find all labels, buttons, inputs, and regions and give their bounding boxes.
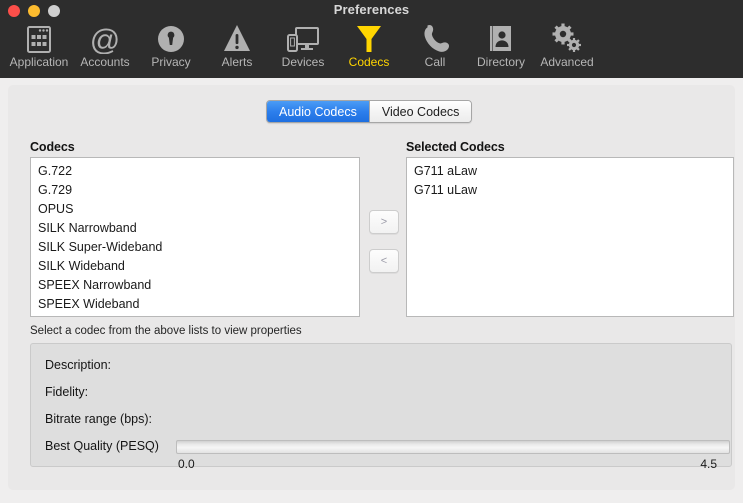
preferences-window: Preferences Application @ Accounts Priva… bbox=[0, 0, 743, 503]
toolbar-item-application[interactable]: Application bbox=[6, 20, 72, 71]
toolbar-item-accounts[interactable]: @ Accounts bbox=[72, 20, 138, 71]
list-item[interactable]: G.722 bbox=[31, 162, 359, 181]
description-label: Description: bbox=[45, 358, 111, 372]
pesq-min-value: 0.0 bbox=[178, 457, 195, 471]
bitrate-range-label: Bitrate range (bps): bbox=[45, 412, 152, 426]
tab-audio-codecs[interactable]: Audio Codecs bbox=[267, 101, 369, 122]
codec-type-tabs: Audio Codecs Video Codecs bbox=[266, 100, 473, 123]
codecs-list: G.722 G.729 OPUS SILK Narrowband SILK Su… bbox=[31, 158, 359, 314]
toolbar-item-label: Alerts bbox=[221, 55, 253, 69]
funnel-icon bbox=[354, 20, 384, 54]
properties-hint: Select a codec from the above lists to v… bbox=[30, 325, 302, 337]
at-sign-icon: @ bbox=[90, 20, 120, 54]
selected-codecs-list-label: Selected Codecs bbox=[406, 140, 505, 154]
add-codec-button[interactable]: > bbox=[369, 210, 399, 234]
lock-circle-icon bbox=[156, 20, 186, 54]
svg-text:@: @ bbox=[90, 24, 120, 54]
tab-video-codecs[interactable]: Video Codecs bbox=[368, 101, 472, 122]
toolbar-item-call[interactable]: Call bbox=[402, 20, 468, 71]
remove-codec-button[interactable]: < bbox=[369, 249, 399, 273]
toolbar-item-directory[interactable]: Directory bbox=[468, 20, 534, 71]
gears-icon bbox=[551, 20, 583, 54]
toolbar-item-label: Privacy bbox=[151, 55, 191, 69]
list-item[interactable]: G.729 bbox=[31, 181, 359, 200]
list-item[interactable]: G711 aLaw bbox=[407, 162, 733, 181]
preferences-panel: Audio Codecs Video Codecs Codecs G.722 G… bbox=[8, 85, 735, 490]
window-title: Preferences bbox=[333, 2, 410, 17]
toolbar-item-label: Advanced bbox=[540, 55, 594, 69]
window-toolbar: Preferences Application @ Accounts Priva… bbox=[0, 0, 743, 78]
list-item[interactable]: SILK Narrowband bbox=[31, 219, 359, 238]
toolbar-items: Application @ Accounts Privacy Alerts De… bbox=[6, 20, 600, 71]
address-book-person-icon bbox=[486, 20, 516, 54]
toolbar-item-label: Devices bbox=[281, 55, 325, 69]
toolbar-item-codecs[interactable]: Codecs bbox=[336, 20, 402, 71]
phone-handset-icon bbox=[420, 20, 450, 54]
list-item[interactable]: SILK Wideband bbox=[31, 257, 359, 276]
toolbar-item-devices[interactable]: Devices bbox=[270, 20, 336, 71]
toolbar-item-label: Call bbox=[424, 55, 446, 69]
codecs-listbox[interactable]: G.722 G.729 OPUS SILK Narrowband SILK Su… bbox=[30, 157, 360, 317]
fidelity-label: Fidelity: bbox=[45, 385, 89, 399]
codec-properties-box: Description: Fidelity: Bitrate range (bp… bbox=[30, 343, 732, 471]
monitor-phone-icon bbox=[286, 20, 320, 54]
codecs-list-label: Codecs bbox=[30, 140, 75, 154]
toolbar-item-label: Application bbox=[9, 55, 69, 69]
list-item[interactable]: OPUS bbox=[31, 200, 359, 219]
best-quality-pesq-label: Best Quality (PESQ) bbox=[45, 439, 159, 453]
toolbar-item-label: Accounts bbox=[80, 55, 130, 69]
selected-codecs-listbox[interactable]: G711 aLaw G711 uLaw bbox=[406, 157, 734, 317]
toolbar-item-label: Codecs bbox=[348, 55, 390, 69]
toolbar-item-privacy[interactable]: Privacy bbox=[138, 20, 204, 71]
list-item[interactable]: SILK Super-Wideband bbox=[31, 238, 359, 257]
warning-triangle-icon bbox=[222, 20, 252, 54]
pesq-progress-bar bbox=[176, 440, 730, 454]
toolbar-item-label: Directory bbox=[476, 55, 525, 69]
pesq-max-value: 4.5 bbox=[700, 457, 717, 471]
list-item[interactable]: G711 uLaw bbox=[407, 181, 733, 200]
selected-codecs-list: G711 aLaw G711 uLaw bbox=[407, 158, 733, 200]
application-window-grid-icon bbox=[25, 20, 53, 54]
toolbar-item-advanced[interactable]: Advanced bbox=[534, 20, 600, 71]
content-area: Audio Codecs Video Codecs Codecs G.722 G… bbox=[0, 78, 743, 503]
toolbar-item-alerts[interactable]: Alerts bbox=[204, 20, 270, 71]
list-item[interactable]: SPEEX Narrowband bbox=[31, 276, 359, 295]
list-item[interactable]: SPEEX Wideband bbox=[31, 295, 359, 314]
